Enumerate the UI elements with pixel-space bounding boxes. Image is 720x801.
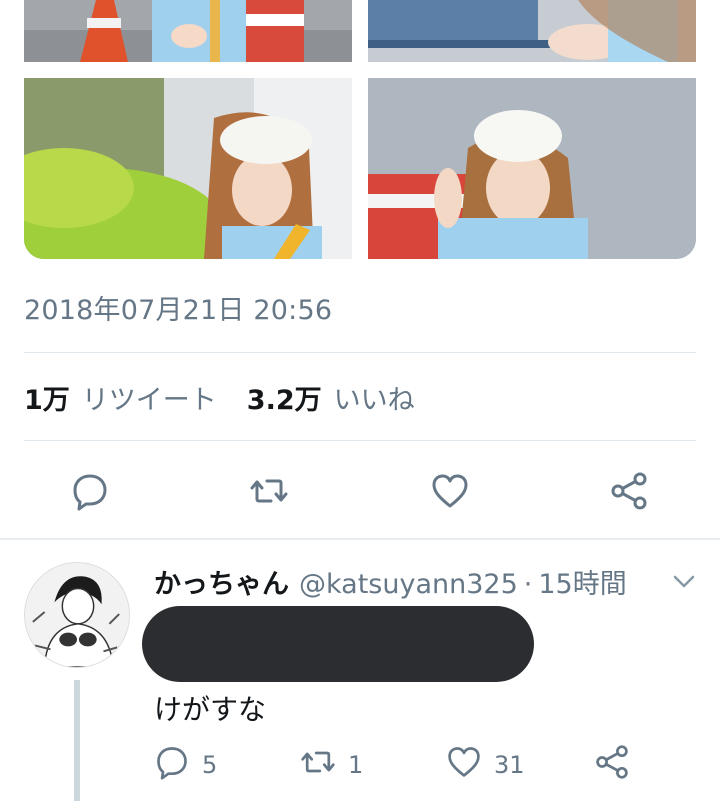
reply-share-button[interactable] (594, 744, 630, 786)
reply-like-button[interactable]: 31 (446, 744, 525, 786)
tweet-timestamp[interactable]: 2018年07月21日 20:56 (24, 288, 332, 327)
like-count[interactable]: 3.2万 (247, 378, 322, 417)
photo-bottom-left[interactable] (24, 78, 352, 259)
redaction-mark (142, 606, 534, 682)
share-icon[interactable] (609, 471, 649, 511)
divider (24, 352, 696, 353)
tweet-action-bar (0, 466, 720, 516)
reply-header: かっちゃん @katsuyann325 · 15時間 (154, 562, 627, 601)
retweet-icon[interactable] (249, 471, 289, 511)
reply-like-count: 31 (494, 751, 525, 779)
reply-reply-count: 5 (202, 751, 218, 779)
reply-icon (154, 744, 190, 786)
reply-retweet-count: 1 (348, 751, 364, 779)
tweet-stats: 1万 リツイート 3.2万 いいね (24, 378, 433, 417)
avatar[interactable] (24, 562, 130, 668)
like-label[interactable]: いいね (334, 378, 415, 417)
reply-reply-button[interactable]: 5 (154, 744, 217, 786)
reply-time[interactable]: 15時間 (538, 562, 626, 601)
like-icon[interactable] (430, 471, 470, 511)
photo-top-left[interactable] (24, 0, 352, 62)
reply-handle[interactable]: @katsuyann325 (299, 569, 518, 600)
reply-retweet-button[interactable]: 1 (300, 744, 363, 786)
retweet-label[interactable]: リツイート (82, 378, 217, 417)
reply-text: けがすな (154, 693, 267, 726)
divider (24, 440, 696, 441)
reply-display-name[interactable]: かっちゃん (154, 562, 289, 601)
retweet-count[interactable]: 1万 (24, 378, 70, 417)
photo-top-right[interactable] (368, 0, 696, 62)
reply-icon[interactable] (70, 471, 110, 511)
section-separator (0, 538, 720, 540)
reply-action-bar: 5 1 31 (0, 740, 720, 784)
like-icon (446, 744, 482, 786)
retweet-icon (300, 744, 336, 786)
photo-bottom-right[interactable] (368, 78, 696, 259)
share-icon (594, 744, 630, 786)
reply-separator: · (523, 569, 533, 600)
chevron-down-icon[interactable] (672, 572, 696, 592)
